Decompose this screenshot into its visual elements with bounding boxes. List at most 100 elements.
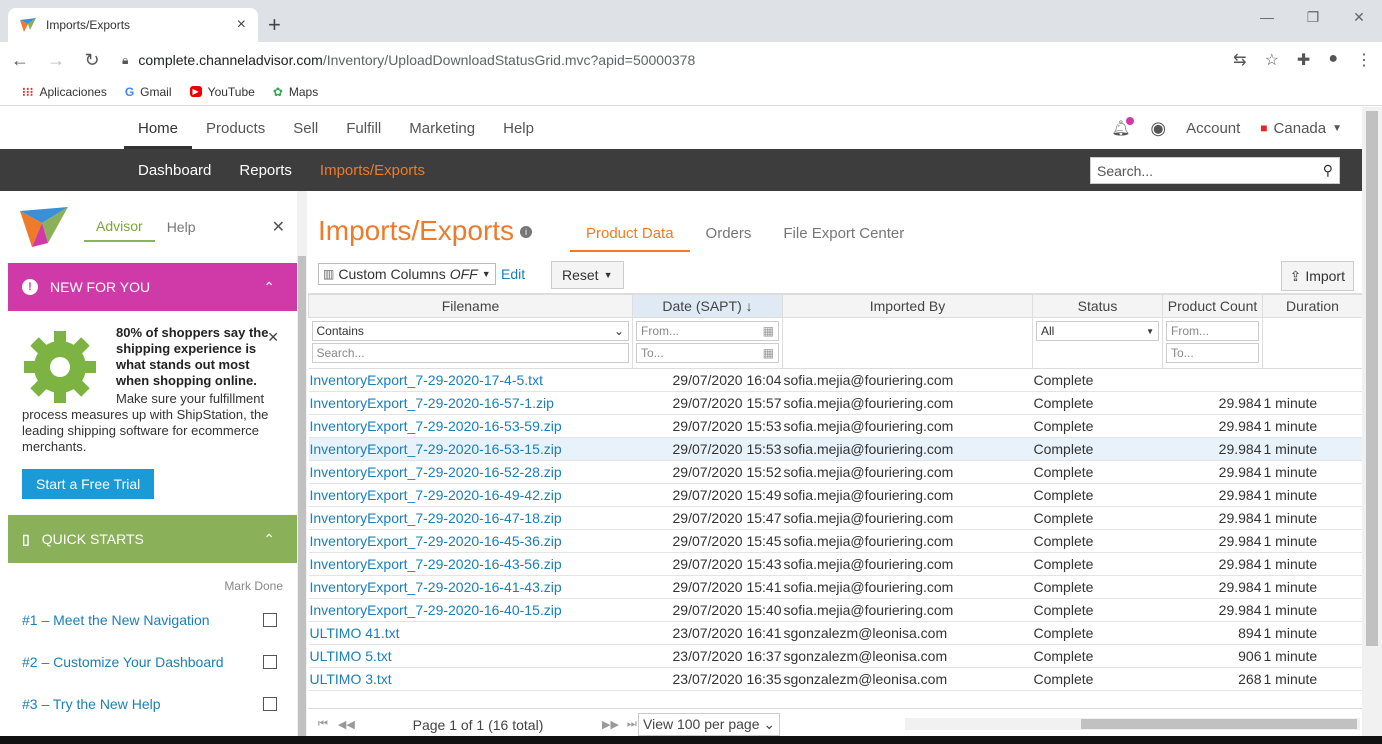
done-checkbox[interactable] [263, 655, 277, 669]
first-page-icon[interactable]: ⏮ [318, 718, 328, 731]
calendar-icon[interactable]: ▦ [763, 324, 774, 338]
user-avatar-icon[interactable]: ◉ [1150, 118, 1166, 139]
filename-link[interactable]: ULTIMO 41.txt [308, 621, 633, 645]
filename-link[interactable]: InventoryExport_7-29-2020-16-49-42.zip [308, 483, 633, 507]
scrollbar-thumb[interactable] [1366, 111, 1378, 646]
profile-icon[interactable]: ● [1328, 50, 1338, 70]
col-header-status[interactable]: Status [1032, 294, 1163, 318]
bookmark-youtube[interactable]: ▶ YouTube [189, 85, 255, 99]
col-header-filename[interactable]: Filename [308, 294, 633, 318]
last-page-icon[interactable]: ⏭ [627, 718, 637, 731]
chevron-up-icon[interactable]: ⌃ [263, 531, 275, 548]
grid-horizontal-scrollbar[interactable] [905, 718, 1360, 730]
close-icon[interactable]: ✕ [272, 217, 285, 237]
count-from-input[interactable]: From... [1166, 321, 1259, 341]
tab-product-data[interactable]: Product Data [570, 221, 690, 252]
page-vertical-scrollbar[interactable] [1362, 107, 1382, 744]
table-row[interactable]: InventoryExport_7-29-2020-16-53-59.zip 29… [308, 414, 1362, 438]
back-icon[interactable]: ← [10, 50, 30, 71]
topnav-sell[interactable]: Sell [279, 107, 332, 149]
topnav-products[interactable]: Products [192, 107, 279, 149]
filename-link[interactable]: InventoryExport_7-29-2020-16-40-15.zip [308, 598, 633, 622]
filename-link[interactable]: InventoryExport_7-29-2020-16-52-28.zip [308, 460, 633, 484]
custom-columns-dropdown[interactable]: ▥ Custom Columns OFF ▼ [318, 263, 496, 285]
minimize-icon[interactable]: — [1244, 0, 1290, 34]
chevron-up-icon[interactable]: ⌃ [263, 279, 275, 296]
table-row[interactable]: InventoryExport_7-29-2020-16-52-28.zip 29… [308, 460, 1362, 484]
filename-search-input[interactable]: Search... [311, 343, 629, 363]
browser-tab[interactable]: Imports/Exports × [8, 8, 258, 42]
bookmark-star-icon[interactable]: ☆ [1265, 50, 1279, 70]
col-header-date[interactable]: Date (SAPT) ↓ [632, 294, 783, 318]
table-row[interactable]: ULTIMO 5.txt 23/07/2020 16:37 sgonzalezm@l… [308, 644, 1362, 668]
table-row[interactable]: InventoryExport_7-29-2020-16-41-43.zip 29… [308, 575, 1362, 599]
col-header-product-count[interactable]: Product Count [1162, 294, 1263, 318]
extensions-icon[interactable]: ✚ [1297, 50, 1310, 70]
new-for-you-header[interactable]: ! NEW FOR YOU ⌃ [8, 263, 297, 311]
topnav-marketing[interactable]: Marketing [395, 107, 489, 149]
date-from-input[interactable]: From... ▦ [636, 321, 779, 341]
tab-file-export-center[interactable]: File Export Center [767, 221, 920, 252]
new-tab-icon[interactable]: + [268, 12, 281, 38]
quick-start-link[interactable]: #2 – Customize Your Dashboard [22, 654, 224, 670]
quick-start-item[interactable]: #1 – Meet the New Navigation [0, 599, 297, 641]
sidebar-scrollbar[interactable] [297, 191, 307, 744]
filename-link[interactable]: ULTIMO 5.txt [308, 644, 633, 668]
subnav-reports[interactable]: Reports [225, 162, 306, 179]
next-page-icon[interactable]: ▶▶ [602, 718, 619, 731]
quick-start-item[interactable]: #2 – Customize Your Dashboard [0, 641, 297, 683]
count-to-input[interactable]: To... [1166, 343, 1259, 363]
col-header-imported-by[interactable]: Imported By [782, 294, 1033, 318]
quick-start-link[interactable]: #1 – Meet the New Navigation [22, 612, 210, 628]
restore-icon[interactable]: ❐ [1290, 0, 1336, 34]
tab-close-icon[interactable]: × [237, 16, 246, 34]
subnav-dashboard[interactable]: Dashboard [124, 162, 225, 179]
filename-link[interactable]: InventoryExport_7-29-2020-16-47-18.zip [308, 506, 633, 530]
url-field[interactable]: 🔒︎ complete.channeladvisor.com/Inventory… [118, 46, 1217, 74]
table-row[interactable]: InventoryExport_7-29-2020-16-49-42.zip 29… [308, 483, 1362, 507]
calendar-icon[interactable]: ▦ [763, 346, 774, 360]
table-row[interactable]: InventoryExport_7-29-2020-16-40-15.zip 29… [308, 598, 1362, 622]
table-row[interactable]: ULTIMO 3.txt 23/07/2020 16:35 sgonzalezm@l… [308, 667, 1362, 691]
quick-starts-header[interactable]: ▯ QUICK STARTS ⌃ [8, 515, 297, 563]
per-page-select[interactable]: View 100 per page ⌄ [638, 713, 781, 736]
filename-link[interactable]: InventoryExport_7-29-2020-16-53-15.zip [308, 437, 633, 461]
start-free-trial-button[interactable]: Start a Free Trial [22, 469, 155, 499]
topnav-help[interactable]: Help [489, 107, 548, 149]
table-row[interactable]: InventoryExport_7-29-2020-16-57-1.zip 29/… [308, 391, 1362, 415]
country-selector[interactable]: ■ Canada ▼ [1260, 120, 1342, 137]
forward-icon[interactable]: → [46, 50, 66, 71]
scrollbar-thumb[interactable] [298, 256, 306, 736]
translate-icon[interactable]: ⇆ [1233, 50, 1246, 70]
account-link[interactable]: Account [1186, 120, 1240, 137]
quick-start-item[interactable]: #3 – Try the New Help [0, 683, 297, 725]
quick-start-link[interactable]: #3 – Try the New Help [22, 696, 161, 712]
menu-kebab-icon[interactable]: ⋮ [1356, 50, 1372, 70]
table-row[interactable]: ULTIMO 41.txt 23/07/2020 16:41 sgonzalezm@… [308, 621, 1362, 645]
table-row[interactable]: InventoryExport_7-29-2020-16-47-18.zip 29… [308, 506, 1362, 530]
tab-orders[interactable]: Orders [690, 221, 768, 252]
sidebar-tab-advisor[interactable]: Advisor [84, 212, 155, 242]
status-filter-select[interactable]: All ▼ [1036, 321, 1159, 341]
reload-icon[interactable]: ↻ [82, 50, 102, 71]
reset-button[interactable]: Reset ▼ [551, 261, 624, 289]
edit-columns-link[interactable]: Edit [501, 266, 525, 282]
topnav-home[interactable]: Home [124, 107, 193, 149]
table-row[interactable]: InventoryExport_7-29-2020-16-45-36.zip 29… [308, 529, 1362, 553]
date-to-input[interactable]: To... ▦ [636, 343, 779, 363]
import-button[interactable]: ⇪ Import [1280, 261, 1354, 291]
filename-link[interactable]: InventoryExport_7-29-2020-16-43-56.zip [308, 552, 633, 576]
filename-link[interactable]: ULTIMO 3.txt [308, 667, 633, 691]
table-row[interactable]: InventoryExport_7-29-2020-16-43-56.zip 29… [308, 552, 1362, 576]
scrollbar-thumb[interactable] [1081, 719, 1357, 729]
bookmark-apps[interactable]: ⁝⁝⁝ Aplicaciones [22, 85, 107, 99]
prev-page-icon[interactable]: ◀◀ [338, 718, 355, 731]
bookmark-gmail[interactable]: G Gmail [125, 85, 172, 99]
dismiss-icon[interactable]: ✕ [267, 329, 279, 346]
subnav-imports-exports[interactable]: Imports/Exports [306, 162, 439, 179]
global-search-input[interactable]: Search... ⚲ [1090, 157, 1340, 184]
table-row[interactable]: InventoryExport_7-29-2020-17-4-5.txt 29/0… [308, 368, 1362, 392]
close-window-icon[interactable]: ✕ [1336, 0, 1382, 34]
filename-link[interactable]: InventoryExport_7-29-2020-16-41-43.zip [308, 575, 633, 599]
done-checkbox[interactable] [263, 613, 277, 627]
